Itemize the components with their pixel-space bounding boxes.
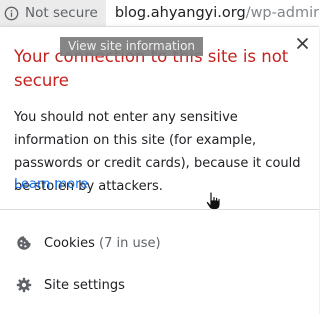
- cookie-icon: [17, 236, 31, 250]
- security-chip-label: Not secure: [25, 5, 98, 21]
- gear-icon: [16, 277, 32, 293]
- page-info-popup: View site information Your connection to…: [0, 26, 319, 314]
- cookies-count: (7 in use): [99, 235, 161, 251]
- learn-more-link[interactable]: Learn more: [14, 175, 88, 195]
- divider: [0, 209, 319, 210]
- info-circle-icon: [4, 6, 19, 20]
- close-icon: [296, 37, 308, 49]
- cookies-row[interactable]: Cookies (7 in use): [0, 225, 319, 261]
- security-chip[interactable]: Not secure: [0, 0, 106, 26]
- url-path[interactable]: /wp-admin/p: [246, 5, 319, 21]
- url-host[interactable]: blog.ahyangyi.org: [115, 5, 246, 21]
- hand-cursor-icon: [205, 191, 221, 210]
- cookies-label: Cookies (7 in use): [44, 236, 161, 251]
- cookies-text: Cookies: [44, 235, 95, 251]
- tooltip: View site information: [60, 37, 204, 56]
- site-settings-label: Site settings: [44, 277, 125, 293]
- address-bar[interactable]: Not secure blog.ahyangyi.org/wp-admin/p: [0, 0, 319, 26]
- close-button[interactable]: [294, 35, 310, 51]
- site-settings-row[interactable]: Site settings: [0, 267, 319, 303]
